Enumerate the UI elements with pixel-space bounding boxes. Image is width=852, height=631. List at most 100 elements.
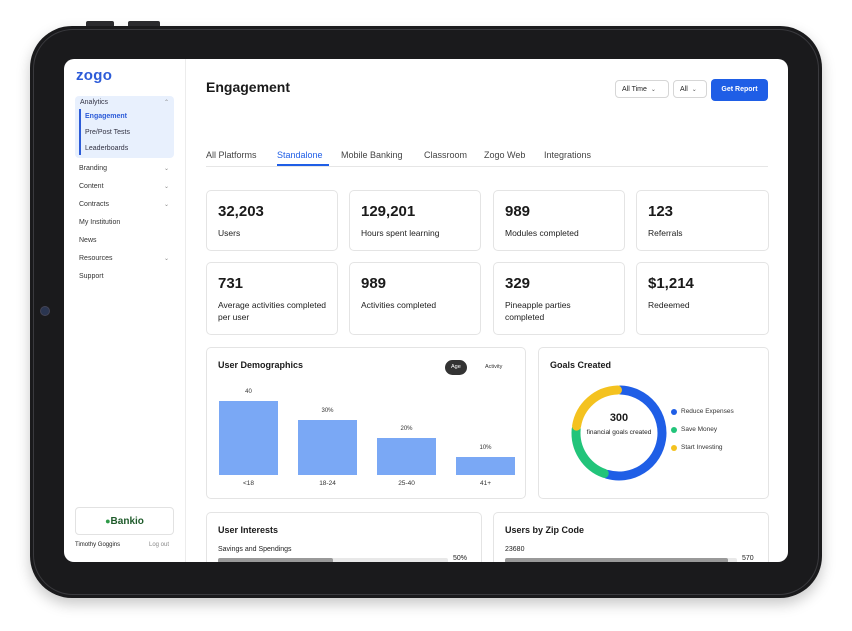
sidebar: zogo Analytics ⌃ Engagement Pre/Post Tes… xyxy=(64,59,186,562)
legend-start-investing: Start Investing xyxy=(681,444,723,451)
sidebar-item-my-institution[interactable]: My Institution xyxy=(79,219,120,226)
sidebar-item-news[interactable]: News xyxy=(79,237,97,244)
camera-icon xyxy=(40,306,50,316)
sidebar-item-support[interactable]: Support xyxy=(79,273,104,280)
zip-label: 23680 xyxy=(505,546,525,553)
sidebar-item-label[interactable]: Analytics xyxy=(80,99,108,106)
bar-data-label: 20% xyxy=(400,426,413,432)
partner-logo: ●Bankio xyxy=(75,507,174,535)
stat-value: 989 xyxy=(361,275,387,292)
time-filter-dropdown[interactable]: All Time ⌄ xyxy=(615,80,669,98)
sidebar-item-content[interactable]: Content xyxy=(79,183,104,190)
legend-dot xyxy=(671,445,677,451)
screen: zogo Analytics ⌃ Engagement Pre/Post Tes… xyxy=(64,59,788,562)
tab-standalone[interactable]: Standalone xyxy=(277,150,323,160)
age-toggle[interactable]: Age xyxy=(445,360,467,375)
users-by-zip-card: Users by Zip Code 23680 570 xyxy=(493,512,769,562)
zip-value: 570 xyxy=(742,555,754,562)
chevron-down-icon[interactable]: ⌄ xyxy=(164,201,169,208)
stat-value: 989 xyxy=(505,203,531,220)
stat-card-average-activities: 731 Average activities completed per use… xyxy=(206,262,338,335)
active-indicator xyxy=(79,109,81,155)
stat-label: Activities completed xyxy=(361,300,437,310)
bar-category-label: 41+ xyxy=(479,480,492,487)
logout-link[interactable]: Log out xyxy=(149,542,169,548)
tab-zogo-web[interactable]: Zogo Web xyxy=(484,150,525,160)
platform-filter-value: All xyxy=(680,86,688,93)
page-title: Engagement xyxy=(206,79,291,95)
chevron-down-icon: ⌄ xyxy=(691,87,697,93)
bar-25-40 xyxy=(377,438,436,475)
sidebar-item-contracts[interactable]: Contracts xyxy=(79,201,109,208)
stat-card-pineapple-parties: 329 Pineapple parties completed xyxy=(493,262,625,335)
bar-data-label: 10% xyxy=(479,444,492,451)
card-title: User Interests xyxy=(218,525,279,535)
zip-progress-fill xyxy=(505,558,728,562)
stat-value: 123 xyxy=(648,203,674,220)
legend-save-money: Save Money xyxy=(681,426,718,433)
stat-card-modules: 989 Modules completed xyxy=(493,190,625,251)
tab-integrations[interactable]: Integrations xyxy=(544,150,591,160)
get-report-button[interactable]: Get Report xyxy=(711,79,768,101)
platform-filter-dropdown[interactable]: All ⌄ xyxy=(673,80,707,98)
tab-all-platforms[interactable]: All Platforms xyxy=(206,150,257,160)
bar-category-label: 25-40 xyxy=(398,480,415,487)
stat-value: 129,201 xyxy=(361,203,416,220)
interest-progress xyxy=(218,558,448,562)
stat-card-users: 32,203 Users xyxy=(206,190,338,251)
stat-label: Redeemed xyxy=(648,300,690,310)
tab-classroom[interactable]: Classroom xyxy=(424,150,467,160)
stat-label: Average activities completed per user xyxy=(218,300,327,322)
legend-reduce-expenses: Reduce Expenses xyxy=(681,408,734,415)
chevron-down-icon[interactable]: ⌄ xyxy=(164,165,169,172)
active-tab-indicator xyxy=(277,164,329,166)
activity-toggle[interactable]: Activity xyxy=(479,360,508,375)
volume-button xyxy=(86,21,114,26)
stat-label: Referrals xyxy=(648,228,683,238)
stat-label: Hours spent learning xyxy=(361,228,440,238)
donut-total: 300 xyxy=(609,412,629,424)
bar-data-label: 40 xyxy=(245,389,252,395)
card-title: Users by Zip Code xyxy=(505,525,585,535)
platform-tabs: All Platforms Standalone Mobile Banking … xyxy=(206,150,768,167)
stat-card-hours: 129,201 Hours spent learning xyxy=(349,190,481,251)
sidebar-group-analytics[interactable]: Analytics ⌃ Engagement Pre/Post Tests Le… xyxy=(75,96,174,158)
interest-progress-fill xyxy=(218,558,333,562)
stat-value: 731 xyxy=(218,275,244,292)
legend-dot xyxy=(671,427,677,433)
stat-label: Pineapple parties completed xyxy=(505,300,571,322)
tab-mobile-banking[interactable]: Mobile Banking xyxy=(341,150,403,160)
stat-label: Modules completed xyxy=(505,228,579,238)
user-demographics-card: User Demographics Age Activity 40 <18 30% 1… xyxy=(206,347,526,499)
sidebar-subitem-engagement[interactable]: Engagement xyxy=(85,113,127,120)
chevron-down-icon[interactable]: ⌄ xyxy=(164,183,169,190)
donut-caption: financial goals created xyxy=(586,429,652,436)
interest-value: 50% xyxy=(453,555,468,562)
stat-value: 329 xyxy=(505,275,531,292)
interest-label: Savings and Spendings xyxy=(218,546,292,553)
stat-card-redeemed: $1,214 Redeemed xyxy=(636,262,769,335)
legend-dot xyxy=(671,409,677,415)
bar-category-label: <18 xyxy=(242,480,255,487)
chevron-up-icon[interactable]: ⌃ xyxy=(164,99,169,106)
time-filter-value: All Time xyxy=(622,86,647,93)
stat-card-referrals: 123 Referrals xyxy=(636,190,769,251)
sidebar-item-resources[interactable]: Resources xyxy=(79,255,112,262)
bar-<18 xyxy=(219,401,278,475)
zip-progress xyxy=(505,558,737,562)
goals-created-card: Goals Created 300 financial goals create… xyxy=(538,347,769,499)
bar-category-label: 18-24 xyxy=(319,480,336,487)
stat-card-activities: 989 Activities completed xyxy=(349,262,481,335)
sidebar-subitem-prepost-tests[interactable]: Pre/Post Tests xyxy=(85,129,130,136)
stat-value: 32,203 xyxy=(218,203,264,220)
stat-value: $1,214 xyxy=(648,275,694,292)
sidebar-item-branding[interactable]: Branding xyxy=(79,165,107,172)
volume-button xyxy=(128,21,160,26)
bar-18-24 xyxy=(298,419,357,475)
sidebar-subitem-leaderboards[interactable]: Leaderboards xyxy=(85,145,128,152)
zogo-logo[interactable]: zogo xyxy=(76,67,112,84)
chevron-down-icon[interactable]: ⌄ xyxy=(164,255,169,262)
bar-41+ xyxy=(456,456,515,475)
chevron-down-icon: ⌄ xyxy=(650,87,656,93)
user-interests-card: User Interests Savings and Spendings 50% xyxy=(206,512,482,562)
